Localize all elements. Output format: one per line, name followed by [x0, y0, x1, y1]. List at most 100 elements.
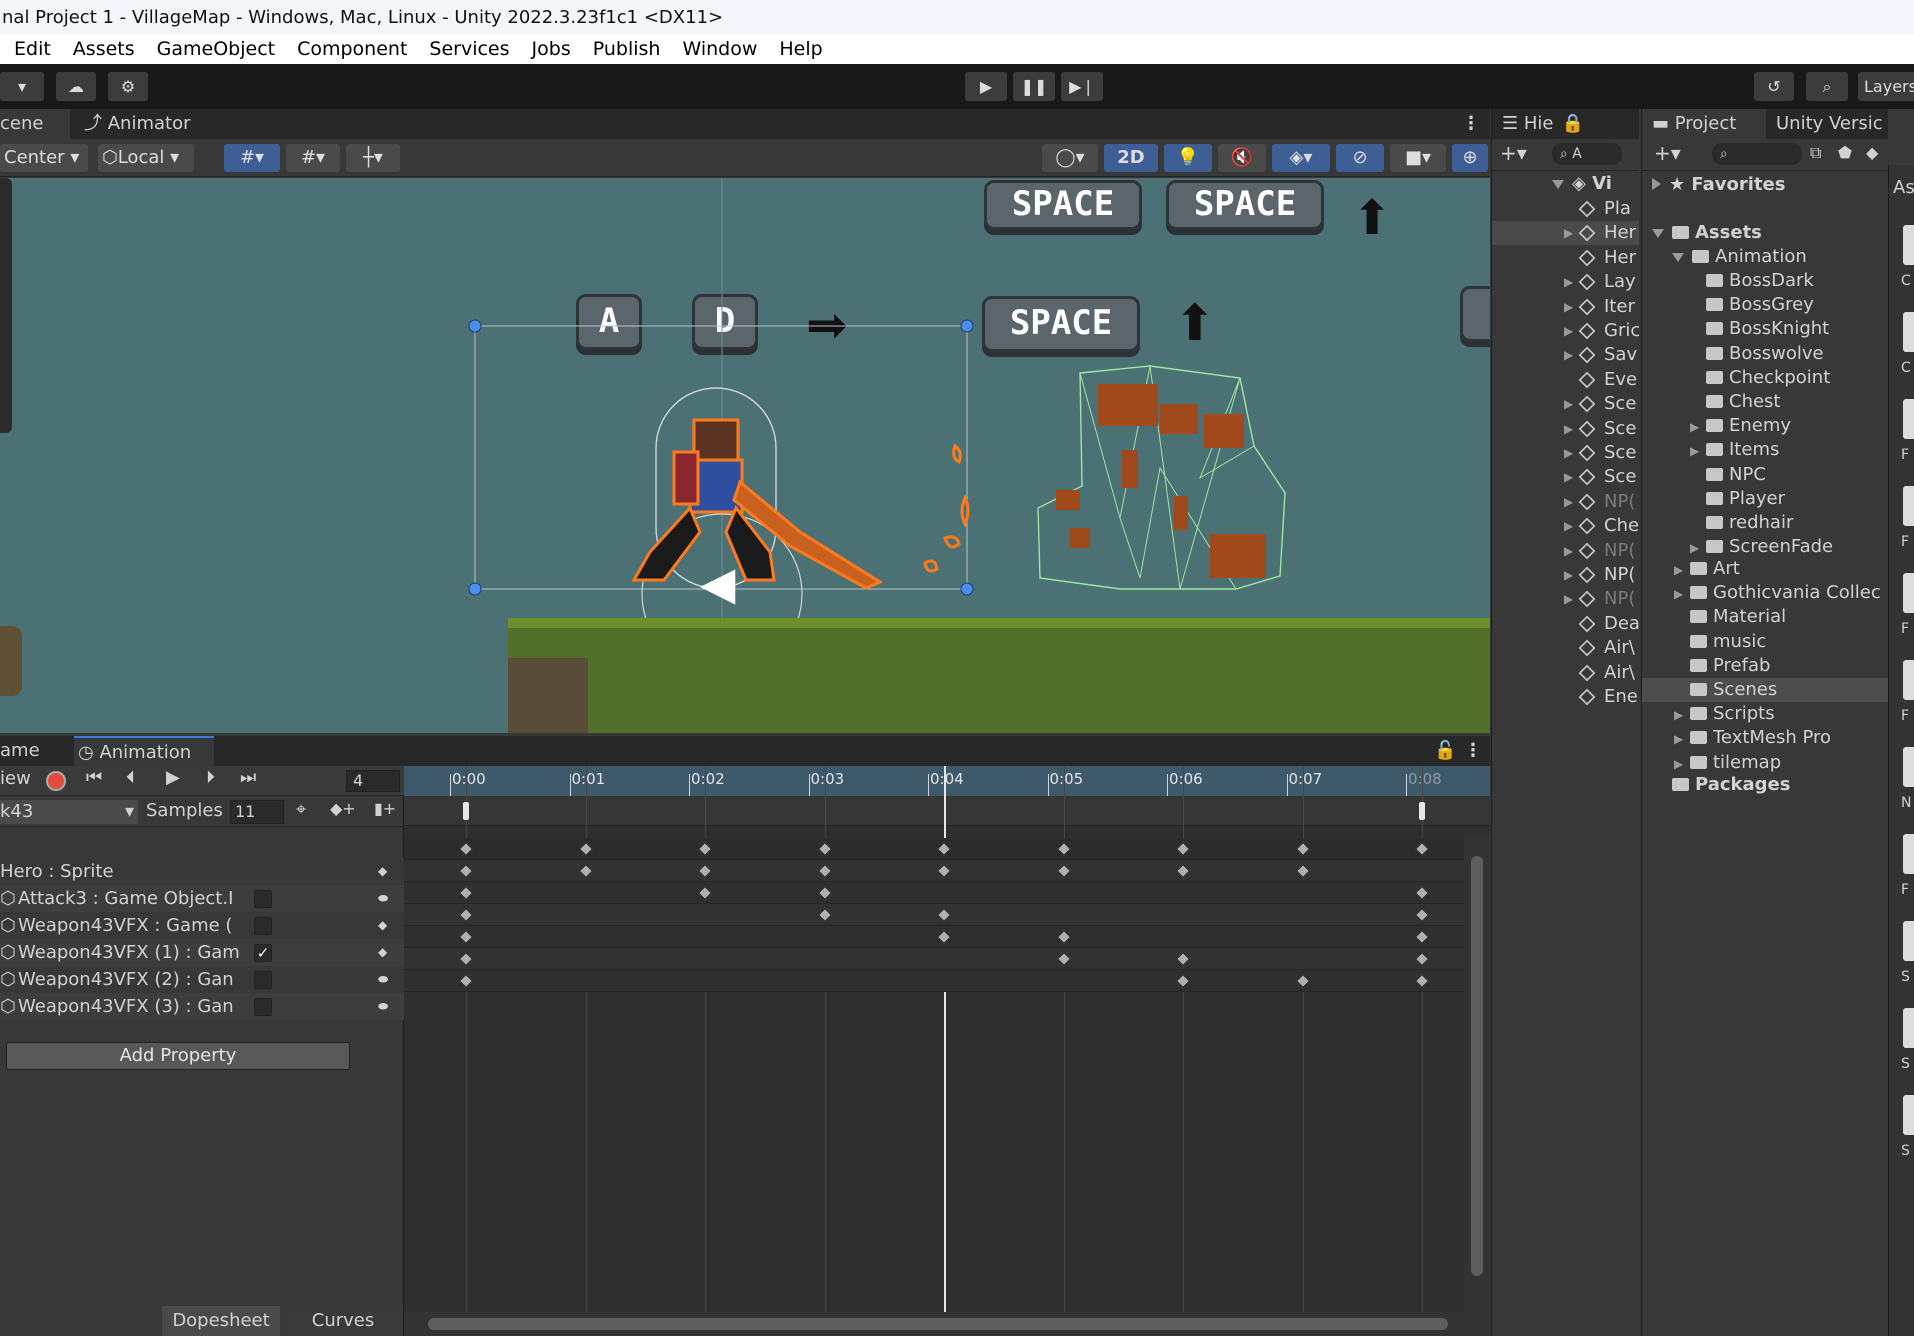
- expand-arrow-icon[interactable]: ▶: [1674, 558, 1690, 582]
- asset-thumbnail[interactable]: F: [1889, 573, 1914, 653]
- project-folder[interactable]: BossDark: [1690, 269, 1814, 293]
- cloud-icon[interactable]: ☁: [56, 72, 96, 101]
- keyframe[interactable]: [1056, 863, 1071, 879]
- dopesheet-timeline[interactable]: 0:00 0:01 0:02 0:03 0:04 0:05 0:06 0:07 0:08: [404, 766, 1490, 1336]
- property-row[interactable]: ⬡ Weapon43VFX (3) : Gan ⬬: [0, 993, 404, 1020]
- keyframe[interactable]: [1414, 841, 1430, 857]
- key-toggle-icon[interactable]: ⬬: [378, 993, 388, 1020]
- asset-thumbnail[interactable]: F: [1889, 660, 1914, 740]
- curves-tab[interactable]: Curves: [284, 1306, 402, 1336]
- hierarchy-item[interactable]: ▶ Che: [1492, 514, 1639, 538]
- draw-mode-dropdown[interactable]: ◯▾: [1042, 144, 1098, 172]
- add-keyframe-icon[interactable]: ◆+: [330, 799, 356, 818]
- project-folder[interactable]: ▶ TextMesh Pro: [1642, 726, 1888, 750]
- keyframe[interactable]: [458, 907, 474, 923]
- property-group-row[interactable]: Hero : Sprite ◆: [0, 858, 404, 885]
- hierarchy-item[interactable]: ▶ NP(: [1492, 490, 1639, 514]
- clip-end-marker[interactable]: [1419, 802, 1425, 820]
- keyframe[interactable]: [1295, 973, 1310, 989]
- tab-animation[interactable]: ◷ Animation: [74, 736, 214, 766]
- keyframe[interactable]: [817, 863, 832, 879]
- asset-thumbnail[interactable]: S: [1889, 1095, 1914, 1175]
- project-folder[interactable]: music: [1642, 630, 1888, 654]
- expand-arrow-icon[interactable]: ▶: [1564, 270, 1573, 294]
- 2d-toggle[interactable]: 2D: [1104, 144, 1158, 172]
- expand-arrow-icon[interactable]: ▶: [1690, 415, 1706, 439]
- expand-arrow-icon[interactable]: ▶: [1690, 439, 1706, 463]
- expand-arrow-icon[interactable]: ▶: [1564, 465, 1573, 489]
- project-folder[interactable]: ▶ Enemy: [1690, 414, 1791, 438]
- property-checkbox[interactable]: [254, 998, 272, 1016]
- tab-project[interactable]: ▬ Project: [1642, 109, 1766, 139]
- menu-help[interactable]: Help: [779, 38, 822, 60]
- keyframe[interactable]: [936, 907, 952, 923]
- keyframe-row[interactable]: [404, 904, 1464, 926]
- lock-icon-hier[interactable]: 🔒: [1561, 113, 1583, 134]
- expand-arrow-icon[interactable]: ▶: [1564, 490, 1573, 514]
- key-toggle-icon[interactable]: ◆: [378, 912, 387, 939]
- keyframe[interactable]: [697, 885, 713, 901]
- expand-arrow-icon[interactable]: ▶: [1674, 752, 1690, 776]
- tab-game[interactable]: ame: [0, 736, 40, 766]
- project-folder[interactable]: ▶ Art: [1642, 557, 1888, 581]
- menu-edit[interactable]: Edit: [14, 38, 51, 60]
- keyframe[interactable]: [1414, 929, 1430, 945]
- label-filter-icon[interactable]: ⬟: [1838, 143, 1852, 162]
- keyframe[interactable]: [578, 863, 593, 879]
- menu-assets[interactable]: Assets: [73, 38, 135, 60]
- hierarchy-item[interactable]: ▶ Gric: [1492, 319, 1639, 343]
- asset-thumbnail[interactable]: N: [1889, 747, 1914, 827]
- keyframe[interactable]: [817, 841, 832, 857]
- project-folder[interactable]: Material: [1642, 605, 1888, 629]
- asset-thumbnail[interactable]: C: [1889, 312, 1914, 392]
- project-folder[interactable]: redhair: [1690, 511, 1793, 535]
- property-row[interactable]: ⬡ Weapon43VFX : Game (◆: [0, 912, 404, 939]
- tab-scene[interactable]: cene: [0, 109, 70, 139]
- play-anim-button[interactable]: ▶: [166, 767, 180, 788]
- project-folder[interactable]: BossGrey: [1690, 293, 1814, 317]
- keyframe[interactable]: [936, 863, 952, 879]
- hierarchy-item[interactable]: ▶ Iter: [1492, 295, 1639, 319]
- project-folder[interactable]: ▶ ScreenFade: [1690, 535, 1833, 559]
- menu-window[interactable]: Window: [682, 38, 757, 60]
- filter-icon[interactable]: ⌖: [296, 799, 306, 820]
- asset-thumbnail[interactable]: F: [1889, 486, 1914, 566]
- summary-keyframe-row[interactable]: [404, 838, 1464, 860]
- first-key-button[interactable]: ⏮: [86, 767, 102, 788]
- prev-key-button[interactable]: ⏴: [126, 767, 135, 788]
- horizontal-scrollbar[interactable]: [404, 1312, 1490, 1336]
- tab-version-control[interactable]: Unity Versic: [1776, 109, 1883, 139]
- hierarchy-item[interactable]: Pla: [1492, 197, 1639, 221]
- hierarchy-item[interactable]: ▶ NP(: [1492, 587, 1639, 611]
- keyframe[interactable]: [578, 841, 593, 857]
- keyframe[interactable]: [1175, 951, 1191, 967]
- hierarchy-search[interactable]: ⌕ A: [1552, 143, 1622, 165]
- account-dropdown[interactable]: ▾: [0, 72, 44, 101]
- keyframe[interactable]: [697, 841, 713, 857]
- clip-dropdown[interactable]: k43 ▾: [0, 800, 138, 824]
- project-folder[interactable]: NPC: [1690, 463, 1766, 487]
- keyframe-row[interactable]: [404, 970, 1464, 992]
- vertical-scroll-thumb[interactable]: [1471, 856, 1483, 1276]
- project-folder[interactable]: Bosswolve: [1690, 342, 1824, 366]
- expand-arrow-icon[interactable]: ▶: [1564, 587, 1573, 611]
- expand-arrow-icon[interactable]: ▶: [1674, 582, 1690, 606]
- expand-arrow-icon[interactable]: ▶: [1564, 221, 1573, 245]
- space-dropdown[interactable]: ⬡Local ▾: [98, 144, 194, 172]
- hierarchy-item[interactable]: Eve: [1492, 368, 1639, 392]
- layers-dropdown[interactable]: Layers: [1858, 72, 1914, 101]
- hierarchy-item[interactable]: ▶ Her: [1492, 221, 1639, 246]
- lighting-toggle-icon[interactable]: 💡: [1164, 144, 1212, 172]
- property-checkbox[interactable]: ✓: [254, 944, 272, 962]
- create-button[interactable]: +▾: [1500, 141, 1527, 165]
- menu-component[interactable]: Component: [297, 38, 407, 60]
- camera-dropdown[interactable]: ■▾: [1390, 144, 1446, 172]
- keyframe[interactable]: [817, 885, 832, 901]
- scene-root[interactable]: ◈ Vi: [1552, 173, 1612, 194]
- favorites-item[interactable]: ★ Favorites: [1652, 173, 1785, 197]
- expand-arrow-icon[interactable]: ▶: [1564, 563, 1573, 587]
- hierarchy-item[interactable]: ▶ NP(: [1492, 563, 1639, 587]
- search-icon[interactable]: ⌕: [1806, 72, 1848, 101]
- keyframe[interactable]: [1056, 841, 1071, 857]
- property-checkbox[interactable]: [254, 971, 272, 989]
